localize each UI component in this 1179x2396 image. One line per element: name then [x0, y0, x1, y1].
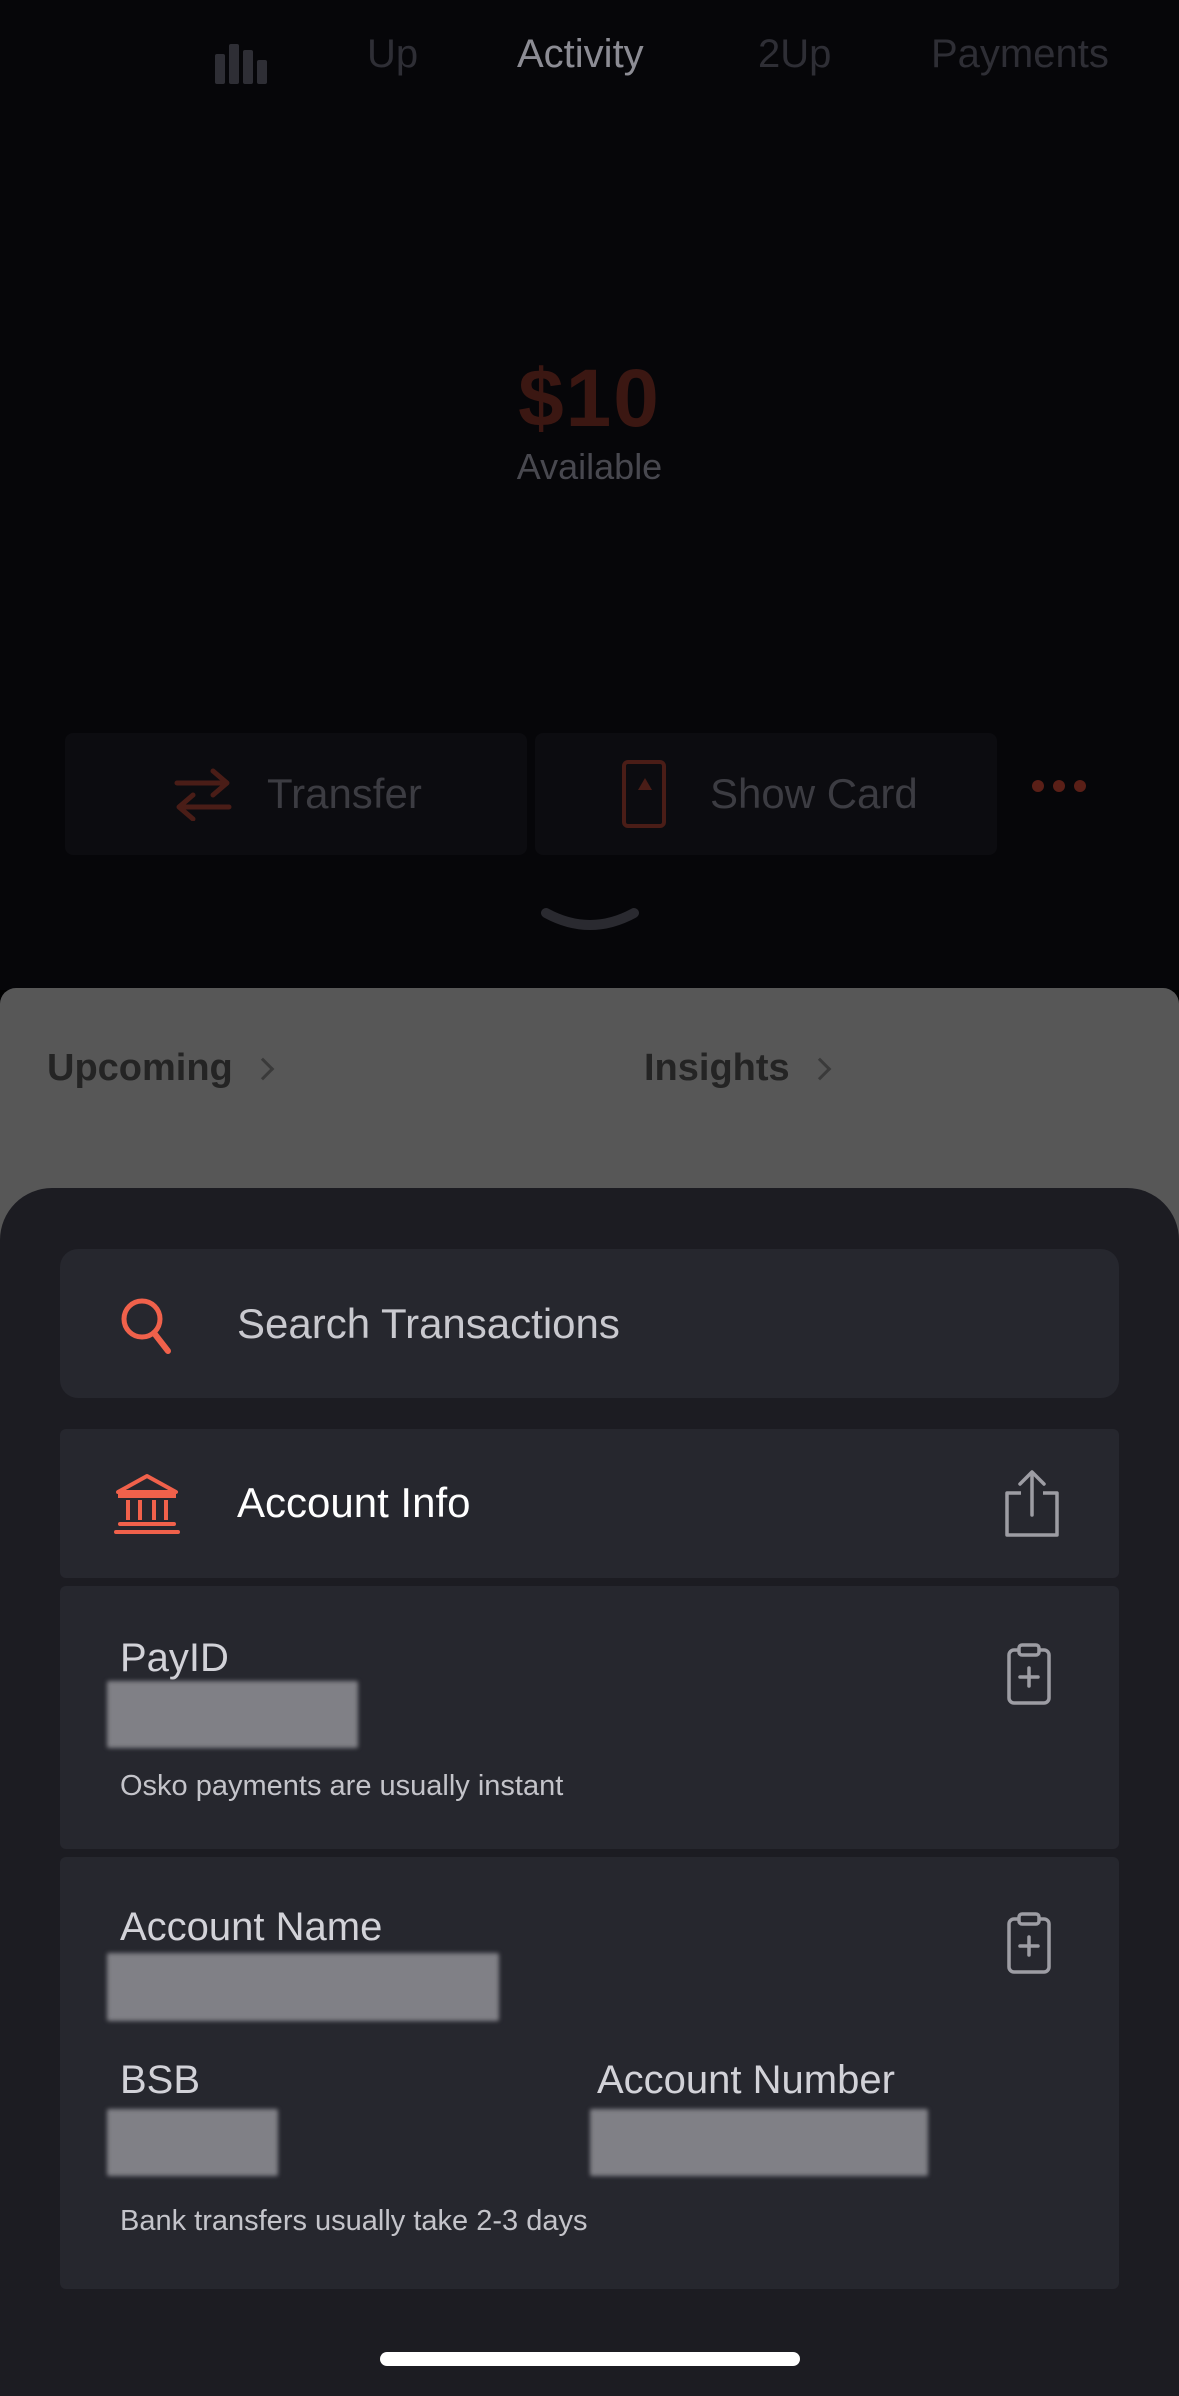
- clipboard-add-icon[interactable]: [1006, 1911, 1052, 1975]
- upcoming-link[interactable]: Upcoming: [47, 1047, 275, 1090]
- upcoming-label: Upcoming: [47, 1047, 233, 1089]
- tab-payments[interactable]: Payments: [931, 32, 1109, 77]
- app-screen: Up Activity 2Up Payments $10 Available T…: [0, 0, 1179, 2396]
- payid-value-redacted: [107, 1681, 358, 1748]
- payid-card: PayID Osko payments are usually instant: [60, 1586, 1119, 1849]
- search-transactions-button[interactable]: Search Transactions: [60, 1249, 1119, 1398]
- balance-label: Available: [516, 446, 663, 487]
- bar-chart-icon[interactable]: [215, 36, 275, 84]
- more-dots-icon[interactable]: [1032, 780, 1086, 792]
- clipboard-add-icon[interactable]: [1006, 1642, 1052, 1706]
- home-indicator[interactable]: [380, 2352, 800, 2366]
- transfer-button[interactable]: Transfer: [65, 733, 527, 855]
- payid-hint: Osko payments are usually instant: [120, 1770, 564, 1802]
- insights-label: Insights: [644, 1047, 790, 1089]
- share-icon[interactable]: [1001, 1469, 1063, 1539]
- tab-activity[interactable]: Activity: [517, 32, 644, 77]
- transfer-arrows-icon: [174, 768, 232, 821]
- balance-amount: $10: [518, 353, 661, 444]
- show-card-button[interactable]: Show Card: [535, 733, 997, 855]
- insights-link[interactable]: Insights: [644, 1047, 832, 1090]
- account-number-redacted: [590, 2109, 928, 2176]
- chevron-right-icon: [251, 1057, 275, 1080]
- search-placeholder: Search Transactions: [237, 1299, 620, 1347]
- tab-up[interactable]: Up: [367, 32, 418, 77]
- account-info-title: Account Info: [237, 1479, 471, 1526]
- show-card-label: Show Card: [710, 770, 918, 817]
- bsb-label: BSB: [120, 2058, 201, 2102]
- activity-backdrop: Up Activity 2Up Payments $10 Available T…: [0, 0, 1179, 990]
- transfer-hint: Bank transfers usually take 2-3 days: [120, 2205, 588, 2237]
- account-name-redacted: [107, 1953, 499, 2021]
- bank-details-card: Account Name BSB Account Number Bank tra…: [60, 1857, 1119, 2289]
- chevron-right-icon: [808, 1057, 832, 1080]
- bank-icon: [114, 1474, 180, 1534]
- payid-label: PayID: [120, 1636, 229, 1680]
- card-icon: [622, 760, 666, 828]
- tab-2up[interactable]: 2Up: [758, 32, 831, 77]
- transfer-label: Transfer: [267, 770, 422, 817]
- account-number-label: Account Number: [597, 2058, 895, 2102]
- bsb-redacted: [107, 2109, 278, 2176]
- account-name-label: Account Name: [120, 1905, 383, 1949]
- account-info-header: Account Info: [60, 1429, 1119, 1578]
- chevron-down-icon[interactable]: [540, 905, 640, 945]
- top-navigation: Up Activity 2Up Payments: [0, 28, 1179, 88]
- search-icon: [121, 1298, 171, 1354]
